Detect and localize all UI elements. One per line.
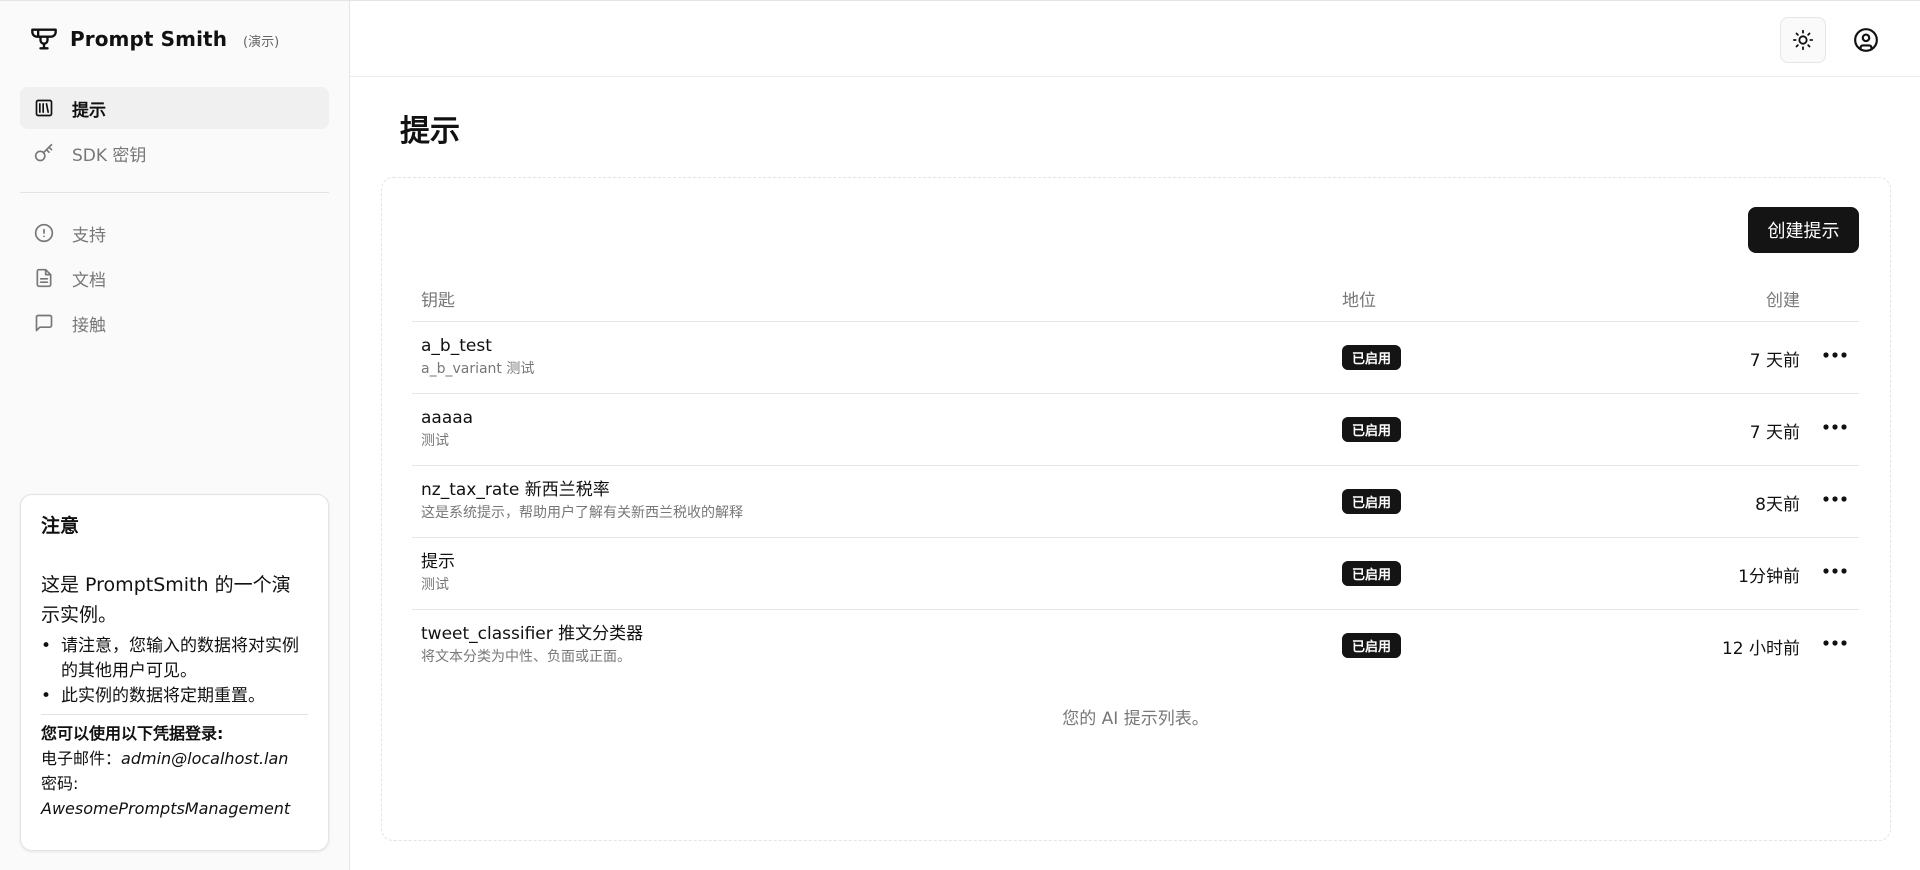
more-actions-icon[interactable] xyxy=(1822,560,1848,582)
table-header: 钥匙 地位 创建 xyxy=(412,274,1859,322)
prompt-name[interactable]: nz_tax_rate 新西兰税率 xyxy=(421,479,743,501)
sidebar-item-label: 文档 xyxy=(72,270,106,291)
sidebar-item-contact[interactable]: 接触 xyxy=(20,302,329,344)
sidebar-item-sdk-keys[interactable]: SDK 密钥 xyxy=(20,132,329,174)
status-badge: 已启用 xyxy=(1342,489,1402,514)
status-badge: 已启用 xyxy=(1342,417,1402,442)
email-line: 电子邮件：admin@localhost.lan xyxy=(41,746,308,771)
sidebar-item-docs[interactable]: 文档 xyxy=(20,257,329,299)
key-cell: tweet_classifier 推文分类器 将文本分类为中性、负面或正面。 xyxy=(421,623,643,667)
prompt-description: 将文本分类为中性、负面或正面。 xyxy=(421,649,631,665)
key-cell: aaaaa 测试 xyxy=(421,407,473,451)
prompt-description: 测试 xyxy=(421,577,449,593)
created-time: 7 天前 xyxy=(1749,423,1800,443)
prompt-description: 测试 xyxy=(421,433,449,449)
notice-title: 注意 xyxy=(41,515,80,537)
notice-bullet: 请注意，您输入的数据将对实例的其他用户可见。 xyxy=(41,634,308,684)
notice-divider xyxy=(41,714,308,715)
prompt-name[interactable]: 提示 xyxy=(421,551,455,573)
created-time: 12 小时前 xyxy=(1721,639,1800,659)
table-row[interactable]: 提示 测试 已启用 1分钟前 xyxy=(412,538,1859,610)
theme-toggle-button[interactable] xyxy=(1780,17,1826,63)
sidebar: Prompt Smith (演示) 提示 SDK 密钥 支持 文档 接触 注意 … xyxy=(0,1,350,870)
create-prompt-button[interactable]: 创建提示 xyxy=(1748,207,1859,253)
sidebar-item-label: 提示 xyxy=(72,100,106,121)
table-row[interactable]: nz_tax_rate 新西兰税率 这是系统提示，帮助用户了解有关新西兰税收的解… xyxy=(412,466,1859,538)
sidebar-item-label: SDK 密钥 xyxy=(72,145,147,166)
notice-list: 请注意，您输入的数据将对实例的其他用户可见。 此实例的数据将定期重置。 xyxy=(41,634,308,709)
credentials-title: 您可以使用以下凭据登录: xyxy=(41,724,224,743)
password-label: 密码: xyxy=(41,774,79,793)
status-badge: 已启用 xyxy=(1342,633,1402,658)
notice-bullet: 此实例的数据将定期重置。 xyxy=(41,684,308,709)
sidebar-item-label: 接触 xyxy=(72,315,106,336)
user-circle-icon xyxy=(1853,27,1879,53)
file-text-icon xyxy=(34,268,54,288)
prompt-name[interactable]: aaaaa xyxy=(421,407,473,429)
table-row[interactable]: a_b_test a_b_variant 测试 已启用 7 天前 xyxy=(412,322,1859,394)
column-header-created[interactable]: 创建 xyxy=(1766,286,1800,311)
prompt-name[interactable]: tweet_classifier 推文分类器 xyxy=(421,623,643,645)
password-value: AwesomePromptsManagement xyxy=(41,799,291,818)
key-icon xyxy=(34,143,54,163)
email-value: admin@localhost.lan xyxy=(121,749,289,768)
sidebar-item-support[interactable]: 支持 xyxy=(20,212,329,254)
created-time: 8天前 xyxy=(1755,495,1800,515)
created-time: 7 天前 xyxy=(1749,351,1800,371)
user-menu-button[interactable] xyxy=(1843,17,1889,63)
message-square-icon xyxy=(34,313,54,333)
column-header-key[interactable]: 钥匙 xyxy=(421,286,455,311)
more-actions-icon[interactable] xyxy=(1822,632,1848,654)
brand-name: Prompt Smith xyxy=(70,27,228,51)
sun-icon xyxy=(1792,29,1814,51)
nav-divider xyxy=(20,192,329,193)
anvil-logo-icon xyxy=(30,25,58,53)
demo-notice-card: 注意 这是 PromptSmith 的一个演示实例。 请注意，您输入的数据将对实… xyxy=(20,494,329,851)
prompt-description: a_b_variant 测试 xyxy=(421,361,535,377)
page-title: 提示 xyxy=(400,114,460,149)
key-cell: nz_tax_rate 新西兰税率 这是系统提示，帮助用户了解有关新西兰税收的解… xyxy=(421,479,743,523)
table-row[interactable]: aaaaa 测试 已启用 7 天前 xyxy=(412,394,1859,466)
more-actions-icon[interactable] xyxy=(1822,416,1848,438)
table-row[interactable]: tweet_classifier 推文分类器 将文本分类为中性、负面或正面。 已… xyxy=(412,610,1859,682)
prompt-description: 这是系统提示，帮助用户了解有关新西兰税收的解释 xyxy=(421,505,743,521)
notice-body: 这是 PromptSmith 的一个演示实例。 xyxy=(41,574,291,626)
sidebar-item-label: 支持 xyxy=(72,225,106,246)
password-line: AwesomePromptsManagement xyxy=(41,796,308,821)
prompts-table: 钥匙 地位 创建 a_b_test a_b_variant 测试 已启用 7 天… xyxy=(412,274,1859,682)
table-caption: 您的 AI 提示列表。 xyxy=(1062,709,1209,729)
brand-tag: (演示) xyxy=(243,35,280,50)
prompt-name[interactable]: a_b_test xyxy=(421,335,534,357)
more-actions-icon[interactable] xyxy=(1822,488,1848,510)
key-cell: 提示 测试 xyxy=(421,551,455,595)
more-actions-icon[interactable] xyxy=(1822,344,1848,366)
sidebar-item-prompts[interactable]: 提示 xyxy=(20,87,329,129)
library-icon xyxy=(34,98,54,118)
key-cell: a_b_test a_b_variant 测试 xyxy=(421,335,534,379)
created-time: 1分钟前 xyxy=(1738,567,1800,587)
status-badge: 已启用 xyxy=(1342,345,1402,370)
column-header-status[interactable]: 地位 xyxy=(1342,286,1376,311)
top-header xyxy=(350,1,1920,77)
alert-circle-icon xyxy=(34,223,54,243)
brand[interactable]: Prompt Smith (演示) xyxy=(30,23,279,55)
sidebar-nav: 提示 SDK 密钥 支持 文档 接触 xyxy=(20,87,329,347)
email-label: 电子邮件： xyxy=(41,749,122,768)
status-badge: 已启用 xyxy=(1342,561,1402,586)
